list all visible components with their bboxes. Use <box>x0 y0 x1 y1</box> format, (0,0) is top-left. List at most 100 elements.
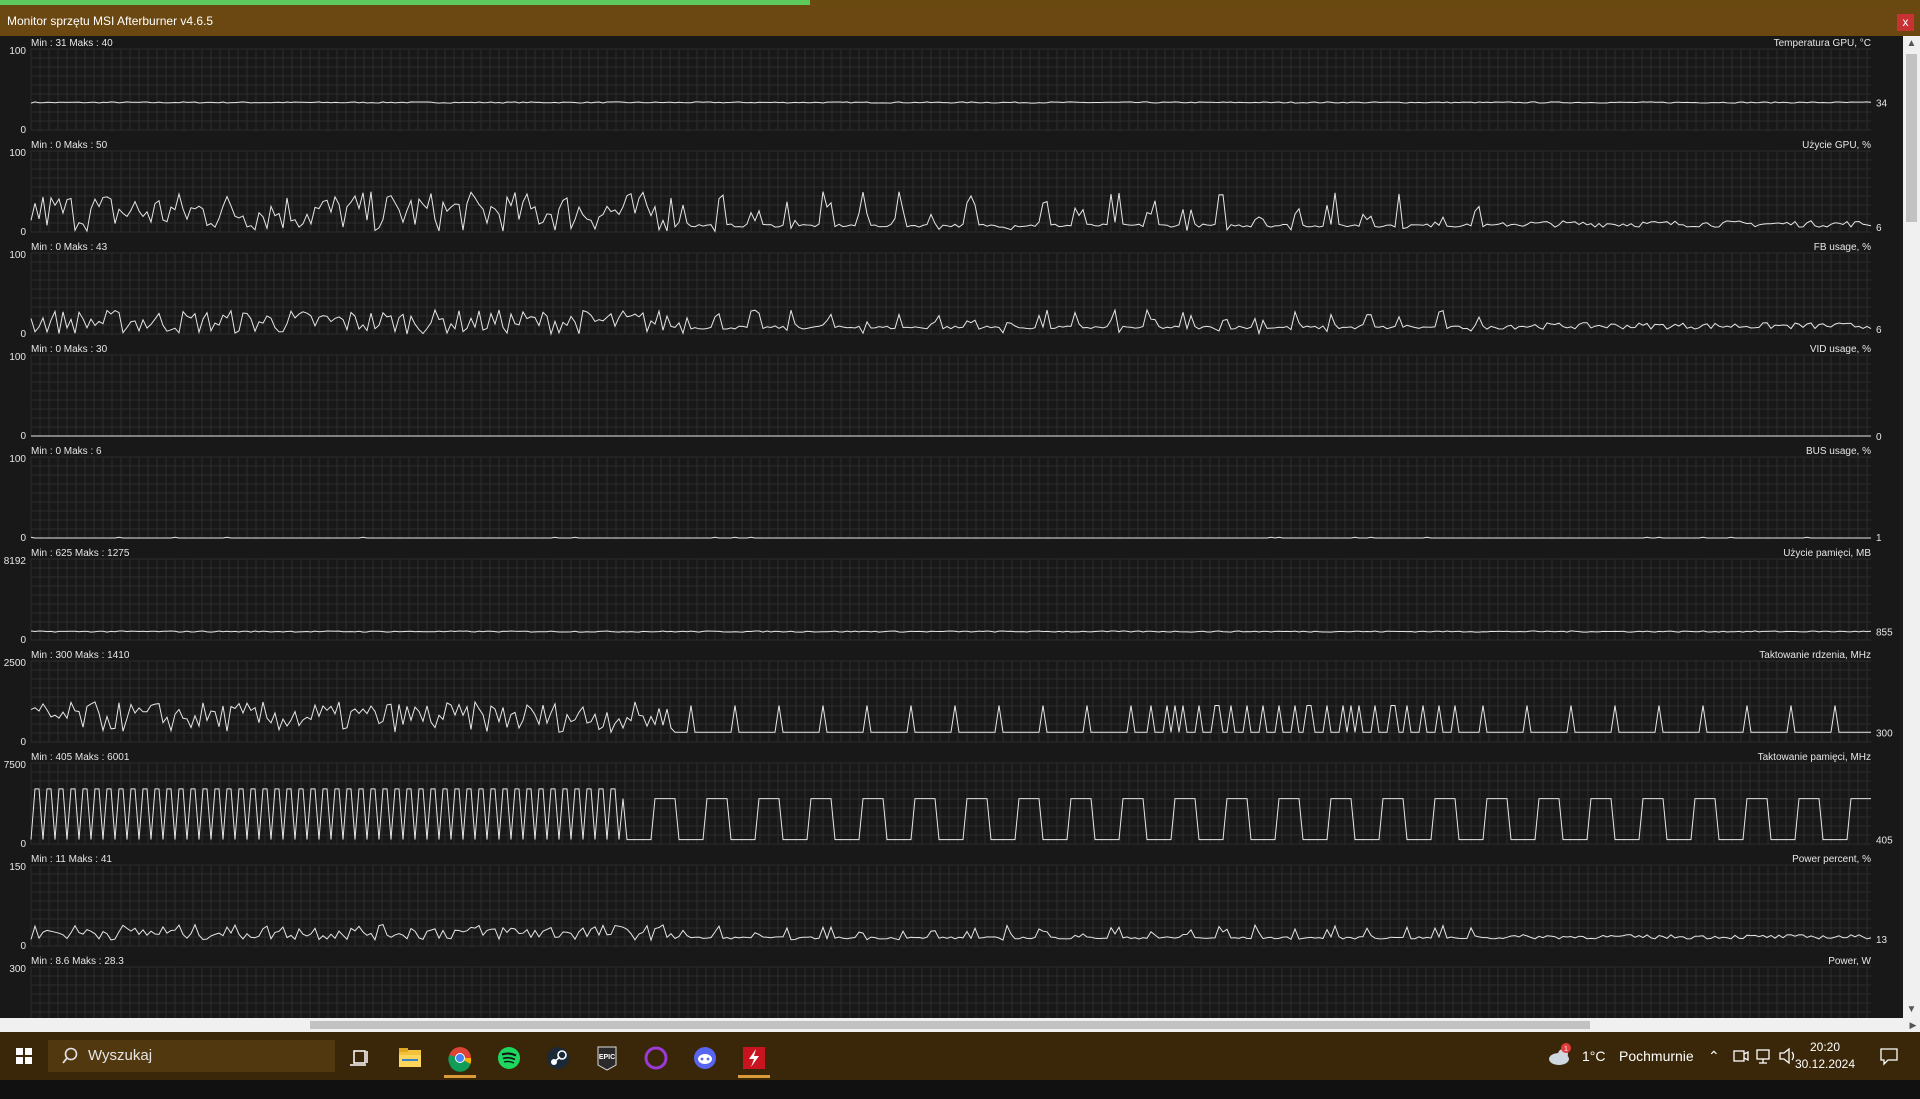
graph-scale-bottom: 0 <box>20 839 26 850</box>
graph-panel: Min : 11 Maks : 41 Power percent, % 150 0 13 <box>9 854 1887 952</box>
title-bar[interactable]: Monitor sprzętu MSI Afterburner v4.6.5 x <box>0 6 1920 36</box>
notifications-icon[interactable] <box>1878 1032 1900 1099</box>
graph-scale-bottom: 0 <box>20 431 26 442</box>
graph-scale-bottom: 0 <box>20 533 26 544</box>
msi-afterburner-icon[interactable] <box>734 1038 774 1078</box>
scroll-down-icon[interactable]: ▼ <box>1903 1002 1920 1018</box>
graph-current-value: 0 <box>1876 432 1882 443</box>
graph-min-max: Min : 8.6 Maks : 28.3 <box>31 956 124 967</box>
graph-scale-top: 8192 <box>4 556 27 567</box>
start-icon[interactable] <box>4 1036 44 1076</box>
active-indicator <box>444 1075 476 1078</box>
graph-current-value: 34 <box>1876 98 1888 109</box>
graph-panel: Min : 31 Maks : 40 Temperatura GPU, °C 100… <box>9 38 1887 136</box>
circle-app-icon[interactable] <box>636 1038 676 1078</box>
graph-scale-top: 100 <box>9 454 26 465</box>
graph-min-max: Min : 0 Maks : 43 <box>31 242 108 253</box>
graph-title: Taktowanie rdzenia, MHz <box>1759 650 1871 661</box>
graph-min-max: Min : 0 Maks : 6 <box>31 446 102 457</box>
clock[interactable]: 20:20 30.12.2024 <box>1788 1039 1862 1073</box>
graph-title: Użycie GPU, % <box>1802 140 1871 151</box>
cloud-icon: 1 <box>1549 1043 1571 1065</box>
graph-panel: Min : 0 Maks : 43 FB usage, % 100 0 6 <box>9 242 1882 340</box>
scroll-up-icon[interactable]: ▲ <box>1903 36 1920 52</box>
clock-date: 30.12.2024 <box>1794 1057 1856 1071</box>
spotify-icon[interactable] <box>489 1038 529 1078</box>
graph-current-value: 405 <box>1876 836 1893 847</box>
graph-trace <box>30 536 1871 539</box>
graph-scale-bottom: 0 <box>20 227 26 238</box>
graph-scale-top: 100 <box>9 46 26 57</box>
graph-scale-top: 7500 <box>4 760 27 771</box>
graph-scale-top: 150 <box>9 862 26 873</box>
graph-scale-top: 300 <box>9 964 26 975</box>
graphs-canvas: Min : 31 Maks : 40 Temperatura GPU, °C100… <box>4 38 1893 1018</box>
graph-min-max: Min : 300 Maks : 1410 <box>31 650 130 661</box>
graph-scale-bottom: 0 <box>20 737 26 748</box>
graph-title: Temperatura GPU, °C <box>1774 38 1871 49</box>
weather-temperature: 1°C <box>1582 1048 1606 1064</box>
graph-panel: Min : 625 Maks : 1275 Użycie pamięci, MB 8… <box>4 548 1893 646</box>
network-icon[interactable] <box>1755 1032 1773 1099</box>
graph-scale-top: 100 <box>9 352 26 363</box>
graph-panel: Min : 8.6 Maks : 28.3 Power, W 300 <box>9 956 1872 1018</box>
graph-scale-top: 100 <box>9 250 26 261</box>
clock-time: 20:20 <box>1809 1040 1841 1054</box>
window-title: Monitor sprzętu MSI Afterburner v4.6.5 <box>7 14 214 28</box>
graph-scale-bottom: 0 <box>20 635 26 646</box>
weather-condition: Pochmurnie <box>1619 1048 1694 1064</box>
graph-scale-bottom: 0 <box>20 125 26 136</box>
graph-current-value: 6 <box>1876 223 1882 234</box>
graph-min-max: Min : 625 Maks : 1275 <box>31 548 130 559</box>
task-view-icon[interactable] <box>340 1038 380 1078</box>
hardware-monitor-graphs[interactable]: Min : 31 Maks : 40 Temperatura GPU, °C 100… <box>0 36 1903 1018</box>
epic-logo-text: EPIC <box>599 1054 615 1061</box>
meet-now-icon[interactable] <box>1732 1032 1750 1099</box>
chrome-icon[interactable] <box>440 1038 480 1078</box>
graph-title: FB usage, % <box>1814 242 1871 253</box>
graph-scale-bottom: 0 <box>20 941 26 952</box>
graph-trace <box>30 923 1872 942</box>
graph-current-value: 300 <box>1876 728 1893 739</box>
show-hidden-icons-icon[interactable]: ⌃ <box>1708 1032 1720 1080</box>
horizontal-scrollbar[interactable]: ▶ <box>0 1018 1920 1032</box>
vertical-scrollbar[interactable]: ▲ ▼ <box>1903 36 1920 1018</box>
graph-panel: Min : 0 Maks : 6 BUS usage, % 100 0 1 <box>9 446 1882 544</box>
graph-min-max: Min : 0 Maks : 30 <box>31 344 108 355</box>
vertical-scroll-thumb[interactable] <box>1906 54 1917 222</box>
taskbar: Wyszukaj EPIC 1 1°C Pochmurnie ⌃ 20:20 3… <box>0 1032 1920 1080</box>
graph-panel: Min : 405 Maks : 6001 Taktowanie pamięci,… <box>4 752 1893 850</box>
horizontal-scroll-thumb[interactable] <box>310 1021 1590 1029</box>
progress-fill <box>0 0 810 5</box>
weather-badge: 1 <box>1564 1046 1568 1053</box>
graph-panel: Min : 0 Maks : 30 VID usage, % 100 0 0 <box>9 344 1882 443</box>
graph-scale-bottom: 0 <box>20 329 26 340</box>
graph-min-max: Min : 11 Maks : 41 <box>31 854 112 865</box>
search-placeholder: Wyszukaj <box>88 1047 153 1064</box>
steam-icon[interactable] <box>538 1038 578 1078</box>
close-button[interactable]: x <box>1897 14 1914 31</box>
graph-panel: Min : 0 Maks : 50 Użycie GPU, % 100 0 6 <box>9 140 1882 238</box>
graph-scale-top: 100 <box>9 148 26 159</box>
scroll-right-icon[interactable]: ▶ <box>1906 1018 1920 1032</box>
graph-title: Power percent, % <box>1792 854 1871 865</box>
graph-current-value: 13 <box>1876 935 1888 946</box>
file-explorer-icon[interactable] <box>390 1038 430 1078</box>
graph-title: Power, W <box>1828 956 1871 967</box>
discord-icon[interactable] <box>685 1038 725 1078</box>
graph-scale-top: 2500 <box>4 658 27 669</box>
graph-current-value: 1 <box>1876 533 1882 544</box>
search-icon <box>62 1047 78 1064</box>
search-box[interactable]: Wyszukaj <box>48 1040 335 1072</box>
graph-title: VID usage, % <box>1810 344 1871 355</box>
graph-trace <box>30 788 1871 841</box>
graph-title: BUS usage, % <box>1806 446 1871 457</box>
graph-trace <box>30 308 1872 336</box>
graph-panel: Min : 300 Maks : 1410 Taktowanie rdzenia,… <box>4 650 1893 748</box>
graph-min-max: Min : 31 Maks : 40 <box>31 38 113 49</box>
active-indicator <box>738 1075 770 1078</box>
graph-title: Taktowanie pamięci, MHz <box>1758 752 1871 763</box>
epic-games-icon[interactable]: EPIC <box>587 1038 627 1078</box>
graph-min-max: Min : 0 Maks : 50 <box>31 140 108 151</box>
graph-trace <box>30 191 1872 233</box>
